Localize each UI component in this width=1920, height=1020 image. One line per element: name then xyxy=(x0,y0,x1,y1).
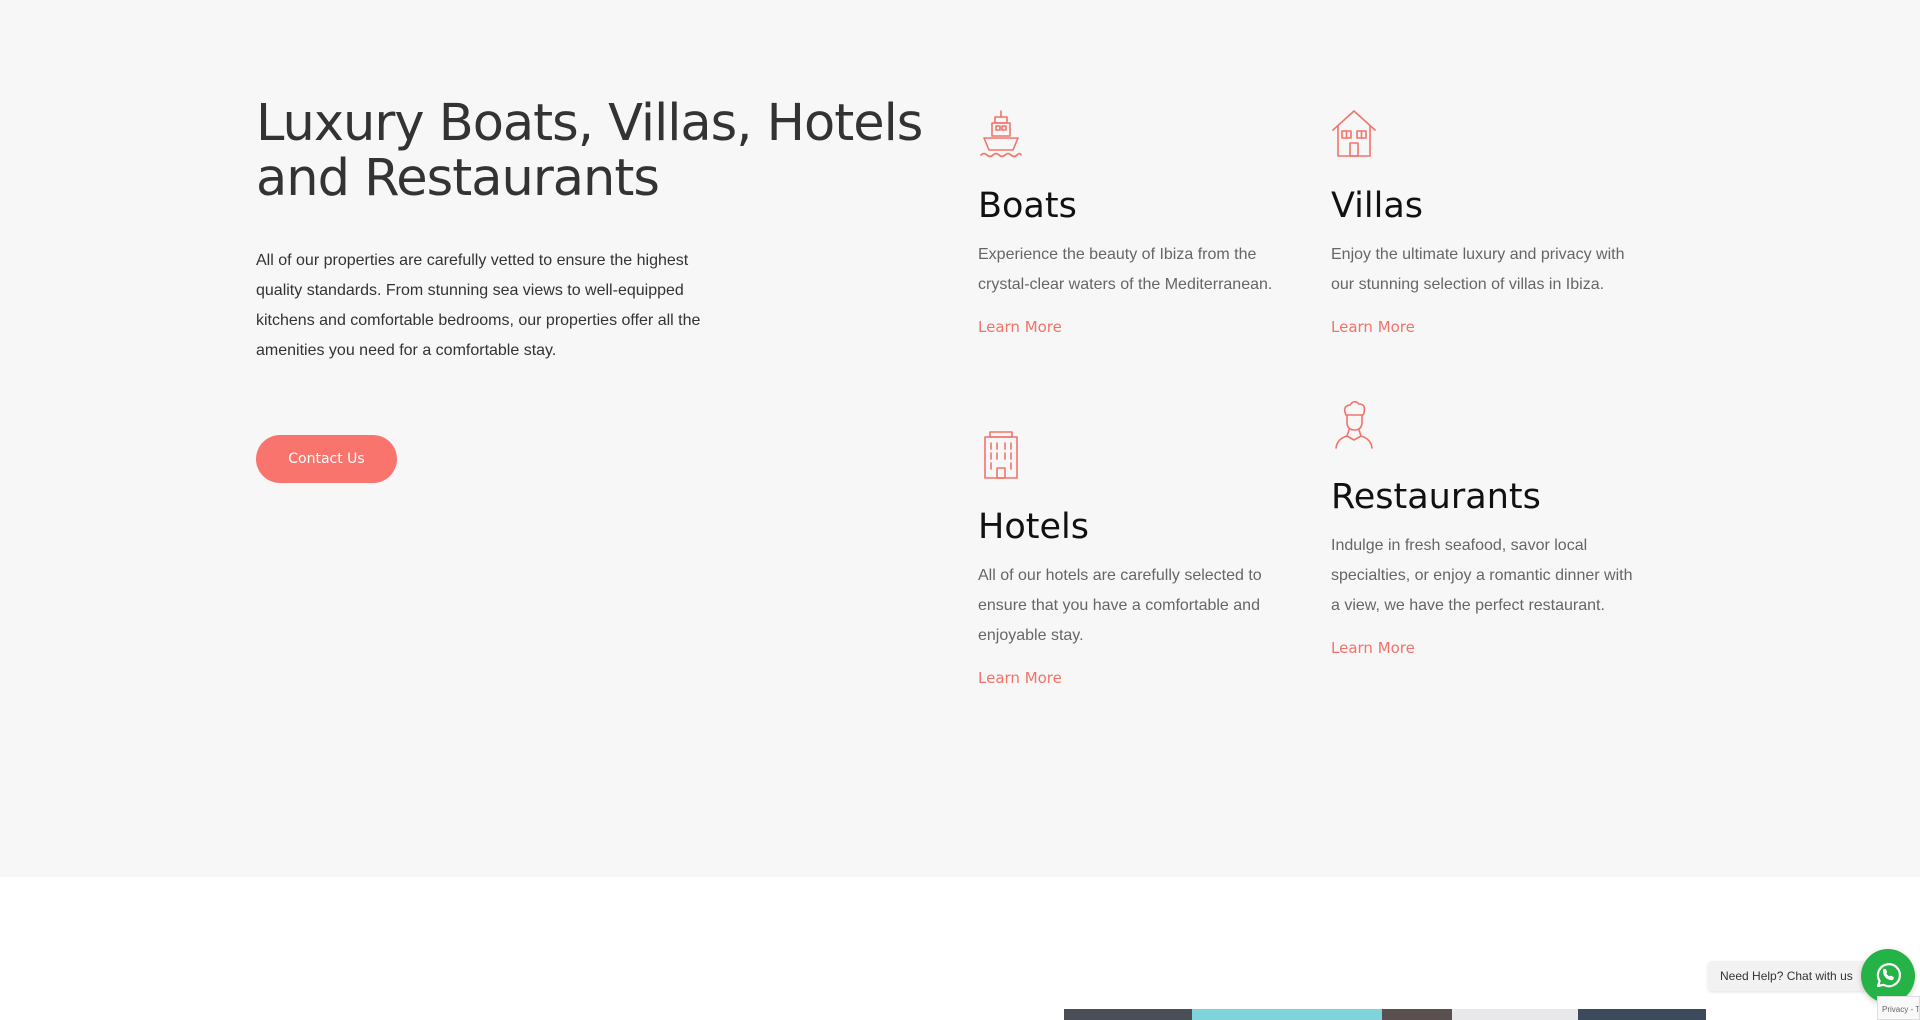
whatsapp-icon xyxy=(1876,963,1902,988)
learn-more-villas-link[interactable]: Learn More xyxy=(1331,318,1415,336)
services-section: Luxury Boats, Villas, Hotels and Restaur… xyxy=(0,0,1920,877)
boat-icon xyxy=(980,110,1022,158)
service-card-villas: Villas Enjoy the ultimate luxury and pri… xyxy=(1331,108,1651,337)
card-text: Indulge in fresh seafood, savor local sp… xyxy=(1331,537,1633,614)
recaptcha-privacy-badge[interactable]: Privacy - T xyxy=(1877,996,1920,1020)
card-text: Enjoy the ultimate luxury and privacy wi… xyxy=(1331,246,1625,293)
intro-block: Luxury Boats, Villas, Hotels and Restaur… xyxy=(256,96,936,366)
house-icon xyxy=(1332,110,1376,157)
gallery-image xyxy=(1578,1009,1706,1020)
gallery-image-strip xyxy=(1064,1009,1706,1020)
gallery-image xyxy=(1192,1009,1382,1020)
service-card-restaurants: Restaurants Indulge in fresh seafood, sa… xyxy=(1331,399,1651,658)
service-card-boats: Boats Experience the beauty of Ibiza fro… xyxy=(978,108,1298,337)
chat-help-label[interactable]: Need Help? Chat with us xyxy=(1708,961,1867,991)
contact-us-button[interactable]: Contact Us xyxy=(256,435,397,483)
card-text: Experience the beauty of Ibiza from the … xyxy=(978,246,1273,293)
gallery-image xyxy=(1382,1009,1452,1020)
chef-icon xyxy=(1335,400,1373,449)
learn-more-hotels-link[interactable]: Learn More xyxy=(978,669,1062,687)
section-title: Luxury Boats, Villas, Hotels and Restaur… xyxy=(256,94,923,208)
learn-more-restaurants-link[interactable]: Learn More xyxy=(1331,639,1415,657)
whatsapp-chat-button[interactable] xyxy=(1861,949,1915,1003)
card-title: Boats xyxy=(978,186,1077,226)
section-description: All of our properties are carefully vett… xyxy=(256,252,701,359)
card-title: Restaurants xyxy=(1331,477,1541,517)
card-title: Hotels xyxy=(978,507,1089,547)
card-title: Villas xyxy=(1331,186,1424,226)
gallery-image xyxy=(1064,1009,1192,1020)
card-text: All of our hotels are carefully selected… xyxy=(978,567,1262,644)
hotel-building-icon xyxy=(984,431,1018,479)
learn-more-boats-link[interactable]: Learn More xyxy=(978,318,1062,336)
gallery-image xyxy=(1452,1009,1578,1020)
service-card-hotels: Hotels All of our hotels are carefully s… xyxy=(978,429,1298,688)
